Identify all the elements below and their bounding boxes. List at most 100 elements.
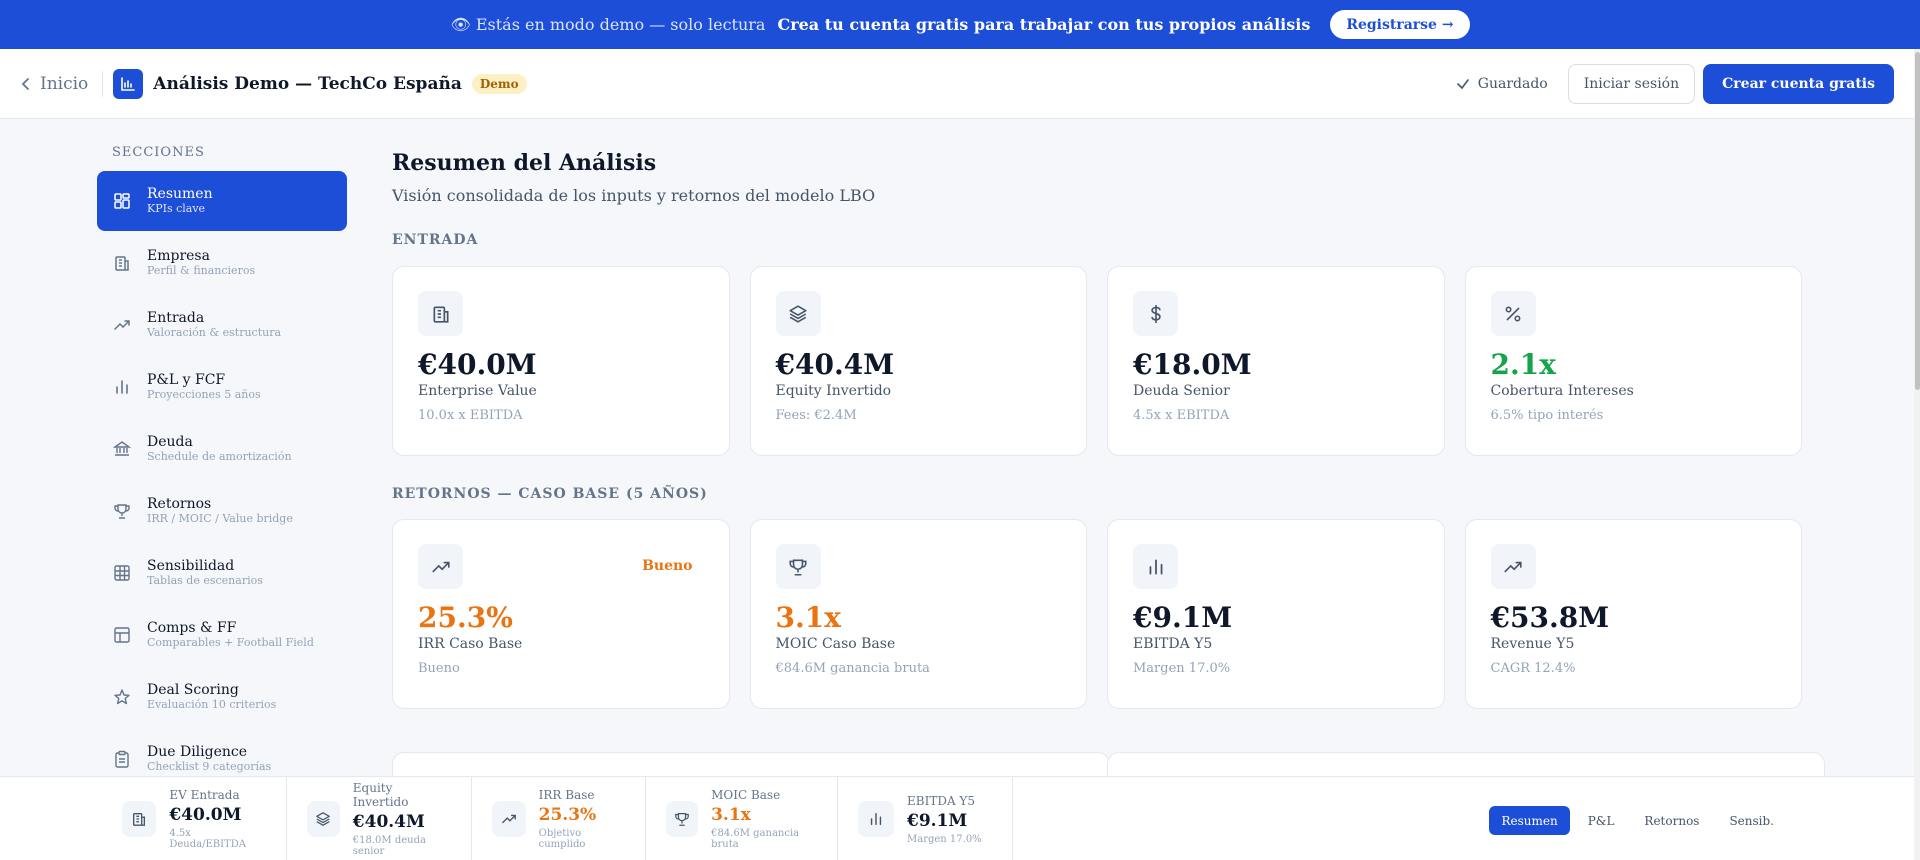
kpi-value: 25.3% bbox=[538, 805, 597, 825]
sidebar-item-empresa[interactable]: Empresa Perfil & financieros bbox=[97, 233, 347, 293]
star-icon bbox=[112, 687, 132, 707]
kpi-value: €40.4M bbox=[352, 812, 425, 832]
sidebar-item-label: P&L y FCF bbox=[147, 372, 226, 388]
tab-retornos[interactable]: Retornos bbox=[1632, 806, 1711, 835]
kpi-irr-base: IRR Base 25.3% Objetivo cumplido bbox=[472, 777, 646, 860]
status-badge: Bueno bbox=[642, 558, 693, 574]
sidebar-item-label: Resumen bbox=[147, 186, 213, 202]
kpi-value: €9.1M bbox=[1133, 601, 1233, 634]
sidebar-item-sub: Tablas de escenarios bbox=[147, 574, 263, 587]
kpi-card-irr: Bueno 25.3% IRR Caso Base Bueno bbox=[392, 519, 730, 709]
header-divider bbox=[102, 70, 104, 97]
trending-up-icon bbox=[418, 544, 463, 589]
kpi-label: EBITDA Y5 bbox=[1133, 636, 1213, 652]
kpi-moic-base: MOIC Base 3.1x €84.6M ganancia bruta bbox=[646, 777, 838, 860]
tab-resumen[interactable]: Resumen bbox=[1489, 806, 1570, 835]
kpi-label: MOIC Base bbox=[711, 788, 781, 802]
trophy-icon bbox=[775, 544, 821, 589]
bar-chart-icon bbox=[121, 76, 136, 91]
scrollbar-thumb[interactable] bbox=[1915, 52, 1920, 390]
analysis-logo bbox=[113, 68, 144, 99]
sidebar-item-sub: Checklist 9 categorías bbox=[147, 760, 272, 773]
sidebar-item-sub: KPIs clave bbox=[147, 202, 206, 215]
sidebar-item-sub: IRR / MOIC / Value bridge bbox=[147, 512, 293, 525]
kpi-value: 25.3% bbox=[418, 601, 513, 634]
sidebar-item-label: Deal Scoring bbox=[147, 682, 239, 698]
building-icon bbox=[112, 253, 132, 273]
sidebar-item-comps[interactable]: Comps & FF Comparables + Football Field bbox=[97, 605, 347, 665]
kpi-card-revenue-y5: €53.8M Revenue Y5 CAGR 12.4% bbox=[1464, 519, 1802, 709]
login-button[interactable]: Iniciar sesión bbox=[1567, 63, 1696, 104]
sidebar-item-resumen[interactable]: Resumen KPIs clave bbox=[97, 171, 347, 231]
sidebar-item-label: Deuda bbox=[147, 434, 193, 450]
sidebar-item-pl[interactable]: P&L y FCF Proyecciones 5 años bbox=[97, 357, 347, 417]
sidebar-item-sub: Evaluación 10 criterios bbox=[147, 698, 277, 711]
bar-chart-icon bbox=[112, 377, 132, 397]
banner-cta-text: Crea tu cuenta gratis para trabajar con … bbox=[777, 15, 1311, 34]
building-icon bbox=[122, 801, 157, 837]
kpi-card-moic: 3.1x MOIC Caso Base €84.6M ganancia brut… bbox=[749, 519, 1087, 709]
saved-status: Guardado bbox=[1456, 76, 1548, 92]
kpi-label: Equity Invertido bbox=[775, 383, 892, 399]
tab-pl[interactable]: P&L bbox=[1576, 806, 1627, 835]
sidebar-item-sub: Comparables + Football Field bbox=[147, 636, 314, 649]
kpi-label: Revenue Y5 bbox=[1490, 636, 1575, 652]
sidebar-item-deal-scoring[interactable]: Deal Scoring Evaluación 10 criterios bbox=[97, 667, 347, 727]
grid-icon bbox=[112, 563, 132, 583]
bottom-kpi-bar: EV Entrada €40.0M 4.5x Deuda/EBITDA Equi… bbox=[0, 776, 1914, 860]
layers-icon bbox=[775, 291, 821, 336]
demo-mode-text: 👁 Estás en modo demo — solo lectura bbox=[450, 15, 766, 34]
sidebar-item-entrada[interactable]: Entrada Valoración & estructura bbox=[97, 295, 347, 355]
kpi-label: Enterprise Value bbox=[418, 383, 537, 399]
kpi-note: 4.5x Deuda/EBITDA bbox=[169, 828, 246, 850]
dashboard-icon bbox=[112, 191, 132, 211]
kpi-value: €40.0M bbox=[418, 348, 537, 381]
sidebar-item-sub: Proyecciones 5 años bbox=[147, 388, 261, 401]
kpi-card-interest-coverage: 2.1x Cobertura Intereses 6.5% tipo inter… bbox=[1464, 266, 1802, 456]
kpi-value: €18.0M bbox=[1133, 348, 1252, 381]
kpi-label: EV Entrada bbox=[169, 788, 240, 802]
sidebar-item-label: Sensibilidad bbox=[147, 558, 235, 574]
back-label: Inicio bbox=[40, 73, 89, 94]
trophy-icon bbox=[666, 801, 699, 837]
saved-label: Guardado bbox=[1477, 75, 1548, 92]
signup-button[interactable]: Crear cuenta gratis bbox=[1703, 63, 1894, 104]
sidebar-item-label: Retornos bbox=[147, 496, 212, 512]
kpi-ev-entrada: EV Entrada €40.0M 4.5x Deuda/EBITDA bbox=[0, 777, 287, 860]
section-subtitle: Visión consolidada de los inputs y retor… bbox=[392, 186, 876, 205]
trending-up-icon bbox=[112, 315, 132, 335]
kpi-value: 3.1x bbox=[775, 601, 841, 634]
layers-icon bbox=[307, 801, 340, 837]
layout-icon bbox=[112, 625, 132, 645]
kpi-label: MOIC Caso Base bbox=[775, 636, 896, 652]
kpi-value: 2.1x bbox=[1490, 348, 1556, 381]
register-button[interactable]: Registrarse → bbox=[1330, 10, 1470, 39]
clipboard-icon bbox=[112, 749, 132, 769]
kpi-note: 4.5x x EBITDA bbox=[1133, 408, 1230, 423]
kpi-ebitda-y5: EBITDA Y5 €9.1M Margen 17.0% bbox=[838, 777, 1013, 860]
sidebar-item-sensibilidad[interactable]: Sensibilidad Tablas de escenarios bbox=[97, 543, 347, 603]
bank-icon bbox=[112, 439, 132, 459]
main-content: Resumen del Análisis Visión consolidada … bbox=[392, 150, 1802, 709]
kpi-card-equity: €40.4M Equity Invertido Fees: €2.4M bbox=[749, 266, 1087, 456]
back-home-link[interactable]: Inicio bbox=[20, 74, 88, 94]
kpi-note: €18.0M deuda senior bbox=[352, 835, 426, 857]
sidebar-item-deuda[interactable]: Deuda Schedule de amortización bbox=[97, 419, 347, 479]
kpi-value: €53.8M bbox=[1490, 601, 1610, 634]
kpi-note: CAGR 12.4% bbox=[1490, 661, 1576, 676]
chevron-left-icon bbox=[21, 77, 29, 90]
sections-sidebar: SECCIONES Resumen KPIs clave Empresa Perfi… bbox=[97, 145, 347, 791]
returns-cards: Bueno 25.3% IRR Caso Base Bueno 3.1x MOI… bbox=[392, 519, 1802, 709]
sidebar-item-retornos[interactable]: Retornos IRR / MOIC / Value bridge bbox=[97, 481, 347, 541]
kpi-card-ebitda-y5: €9.1M EBITDA Y5 Margen 17.0% bbox=[1107, 519, 1445, 709]
kpi-note: 6.5% tipo interés bbox=[1490, 408, 1604, 423]
kpi-note: Bueno bbox=[418, 661, 460, 676]
kpi-note: €84.6M ganancia bruta bbox=[711, 828, 800, 850]
tab-sensibilidad[interactable]: Sensib. bbox=[1717, 806, 1786, 835]
sidebar-item-sub: Schedule de amortización bbox=[147, 450, 292, 463]
bar-chart-icon bbox=[1133, 544, 1178, 589]
kpi-label: Cobertura Intereses bbox=[1490, 383, 1634, 399]
dollar-icon bbox=[1133, 291, 1178, 336]
kpi-note: €84.6M ganancia bruta bbox=[775, 661, 930, 676]
kpi-note: Margen 17.0% bbox=[907, 833, 982, 845]
